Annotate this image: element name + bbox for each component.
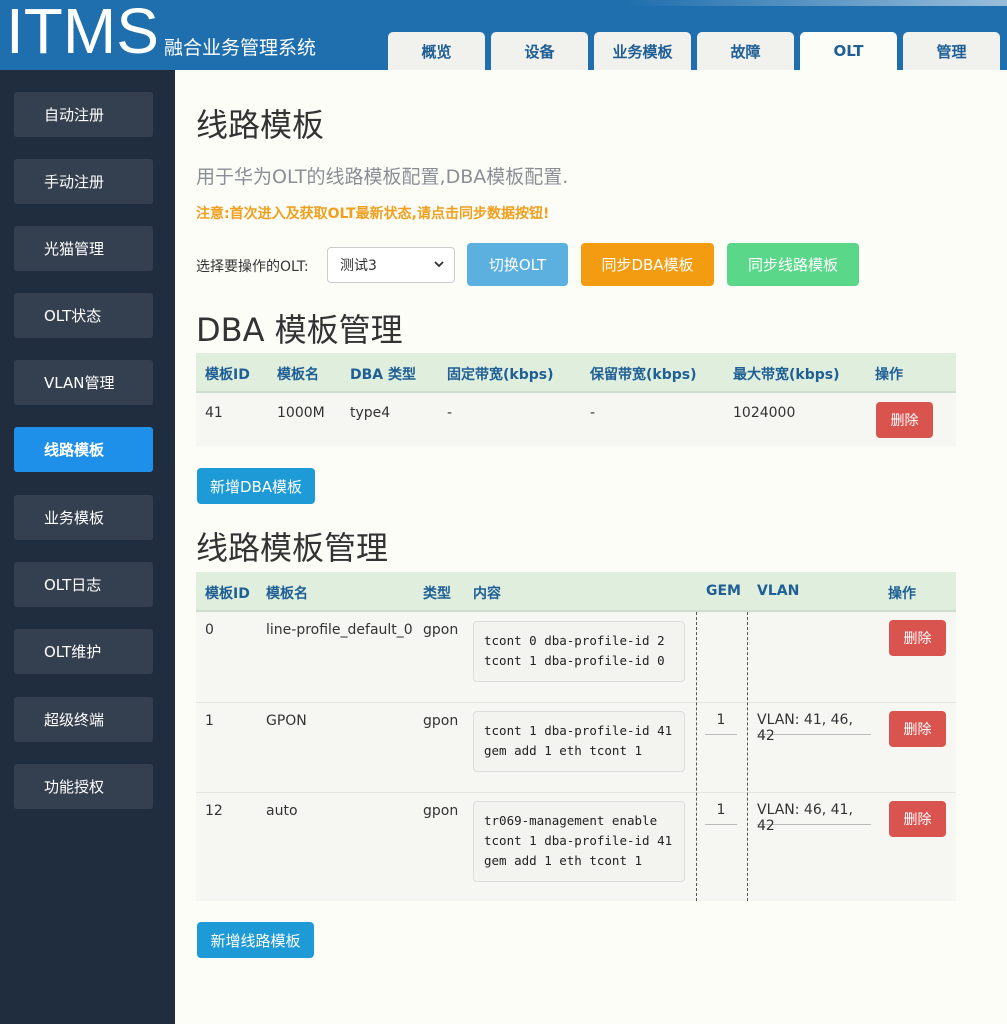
sidebar-item-line-templates[interactable]: 线路模板 — [14, 427, 153, 472]
table-row: 1 GPON gpon tcont 1 dba-profile-id 41 ge… — [196, 702, 956, 792]
page-description: 用于华为OLT的线路模板配置,DBA模板配置. — [196, 166, 569, 188]
gem-input[interactable]: 1 — [705, 802, 737, 825]
app-subtitle: 融合业务管理系统 — [164, 37, 317, 59]
gem-column-divider — [696, 612, 697, 901]
sync-line-button[interactable]: 同步线路模板 — [727, 243, 859, 286]
delete-button[interactable]: 删除 — [889, 620, 946, 656]
dba-col-max: 最大带宽(kbps) — [733, 367, 840, 383]
line-col-vlan: VLAN — [757, 583, 800, 599]
vlan-input[interactable]: VLAN: 46, 41, 42 — [757, 802, 871, 834]
table-row: 12 auto gpon tr069-management enable tco… — [196, 792, 956, 901]
line-cell-name: GPON — [266, 713, 307, 729]
line-cell-type: gpon — [423, 803, 459, 819]
tab-olt[interactable]: OLT — [800, 32, 897, 70]
sidebar-item-super-terminal[interactable]: 超级终端 — [14, 697, 153, 742]
line-table-header: 模板ID 模板名 类型 内容 GEM VLAN 操作 — [196, 572, 956, 612]
vlan-input[interactable]: VLAN: 41, 46, 42 — [757, 712, 871, 744]
sidebar-item-feature-license[interactable]: 功能授权 — [14, 764, 153, 809]
sidebar-item-auto-register[interactable]: 自动注册 — [14, 92, 153, 137]
line-cell-content: tr069-management enable tcont 1 dba-prof… — [473, 801, 685, 882]
line-cell-name: auto — [266, 803, 298, 819]
page-title: 线路模板 — [196, 106, 325, 144]
dba-col-type: DBA 类型 — [350, 367, 417, 383]
gem-input[interactable]: 1 — [705, 712, 737, 735]
dba-cell-type: type4 — [350, 405, 391, 421]
sidebar-item-ont-management[interactable]: 光猫管理 — [14, 226, 153, 271]
tab-admin[interactable]: 管理 — [903, 32, 1000, 70]
table-row: 0 line-profile_default_0 gpon tcont 0 db… — [196, 612, 956, 702]
dba-heading: DBA 模板管理 — [196, 311, 403, 349]
dba-cell-name: 1000M — [277, 405, 325, 421]
sidebar-item-olt-maintenance[interactable]: OLT维护 — [14, 629, 153, 674]
sync-dba-button[interactable]: 同步DBA模板 — [581, 243, 714, 286]
sidebar-item-manual-register[interactable]: 手动注册 — [14, 159, 153, 204]
line-cell-type: gpon — [423, 622, 459, 638]
tab-overview[interactable]: 概览 — [388, 32, 485, 70]
dba-table-header: 模板ID 模板名 DBA 类型 固定带宽(kbps) 保留带宽(kbps) 最大… — [196, 353, 956, 393]
dba-col-assured: 保留带宽(kbps) — [590, 367, 697, 383]
switch-olt-button[interactable]: 切换OLT — [467, 243, 568, 286]
header-glow — [627, 0, 1007, 6]
line-cell-id: 12 — [205, 803, 223, 819]
dba-col-fixed: 固定带宽(kbps) — [447, 367, 554, 383]
line-table-body: 0 line-profile_default_0 gpon tcont 0 db… — [196, 612, 956, 901]
line-cell-content: tcont 1 dba-profile-id 41 gem add 1 eth … — [473, 711, 685, 772]
dba-col-id: 模板ID — [205, 367, 250, 383]
line-col-gem: GEM — [706, 583, 741, 599]
sidebar-item-olt-status[interactable]: OLT状态 — [14, 293, 153, 338]
dba-cell-fixed: - — [447, 405, 453, 421]
line-col-type: 类型 — [423, 586, 451, 602]
line-cell-content: tcont 0 dba-profile-id 2 tcont 1 dba-pro… — [473, 621, 685, 682]
line-cell-name: line-profile_default_0 — [266, 622, 413, 638]
line-table: 模板ID 模板名 类型 内容 GEM VLAN 操作 0 line-profil… — [196, 572, 956, 901]
dba-table: 模板ID 模板名 DBA 类型 固定带宽(kbps) 保留带宽(kbps) 最大… — [196, 353, 956, 446]
dba-cell-id: 41 — [205, 405, 223, 421]
sidebar-item-olt-log[interactable]: OLT日志 — [14, 562, 153, 607]
chevron-down-icon — [434, 261, 444, 268]
sync-notice: 注意:首次进入及获取OLT最新状态,请点击同步数据按钮! — [196, 206, 550, 222]
line-col-id: 模板ID — [205, 586, 250, 602]
delete-button[interactable]: 删除 — [889, 711, 946, 747]
line-col-content: 内容 — [473, 586, 501, 602]
line-heading: 线路模板管理 — [196, 529, 389, 567]
dba-cell-max: 1024000 — [733, 405, 796, 421]
tab-devices[interactable]: 设备 — [491, 32, 588, 70]
sidebar-item-service-templates[interactable]: 业务模板 — [14, 495, 153, 540]
delete-button[interactable]: 删除 — [876, 402, 933, 438]
sidebar-item-vlan-management[interactable]: VLAN管理 — [14, 360, 153, 405]
line-cell-id: 0 — [205, 622, 214, 638]
main-tabs: 概览 设备 业务模板 故障 OLT 管理 — [388, 32, 1000, 70]
tab-faults[interactable]: 故障 — [697, 32, 794, 70]
delete-button[interactable]: 删除 — [889, 801, 946, 837]
app-logo: ITMS — [6, 0, 159, 67]
add-line-template-button[interactable]: 新增线路模板 — [197, 922, 314, 958]
sidebar: 自动注册 手动注册 光猫管理 OLT状态 VLAN管理 线路模板 业务模板 OL… — [0, 70, 175, 1024]
table-row: 41 1000M type4 - - 1024000 删除 — [196, 393, 956, 446]
line-col-action: 操作 — [888, 586, 916, 602]
line-col-name: 模板名 — [266, 586, 308, 602]
top-header: ITMS 融合业务管理系统 概览 设备 业务模板 故障 OLT 管理 — [0, 0, 1007, 70]
line-cell-type: gpon — [423, 713, 459, 729]
tab-service-templates[interactable]: 业务模板 — [594, 32, 691, 70]
dba-cell-assured: - — [590, 405, 596, 421]
dba-col-action: 操作 — [875, 367, 903, 383]
line-cell-id: 1 — [205, 713, 214, 729]
dba-col-name: 模板名 — [277, 367, 319, 383]
olt-select-label: 选择要操作的OLT: — [196, 259, 309, 275]
olt-select-value: 测试3 — [340, 258, 377, 274]
olt-select[interactable]: 测试3 — [327, 247, 455, 283]
add-dba-button[interactable]: 新增DBA模板 — [197, 468, 315, 504]
vlan-column-divider — [747, 612, 748, 901]
